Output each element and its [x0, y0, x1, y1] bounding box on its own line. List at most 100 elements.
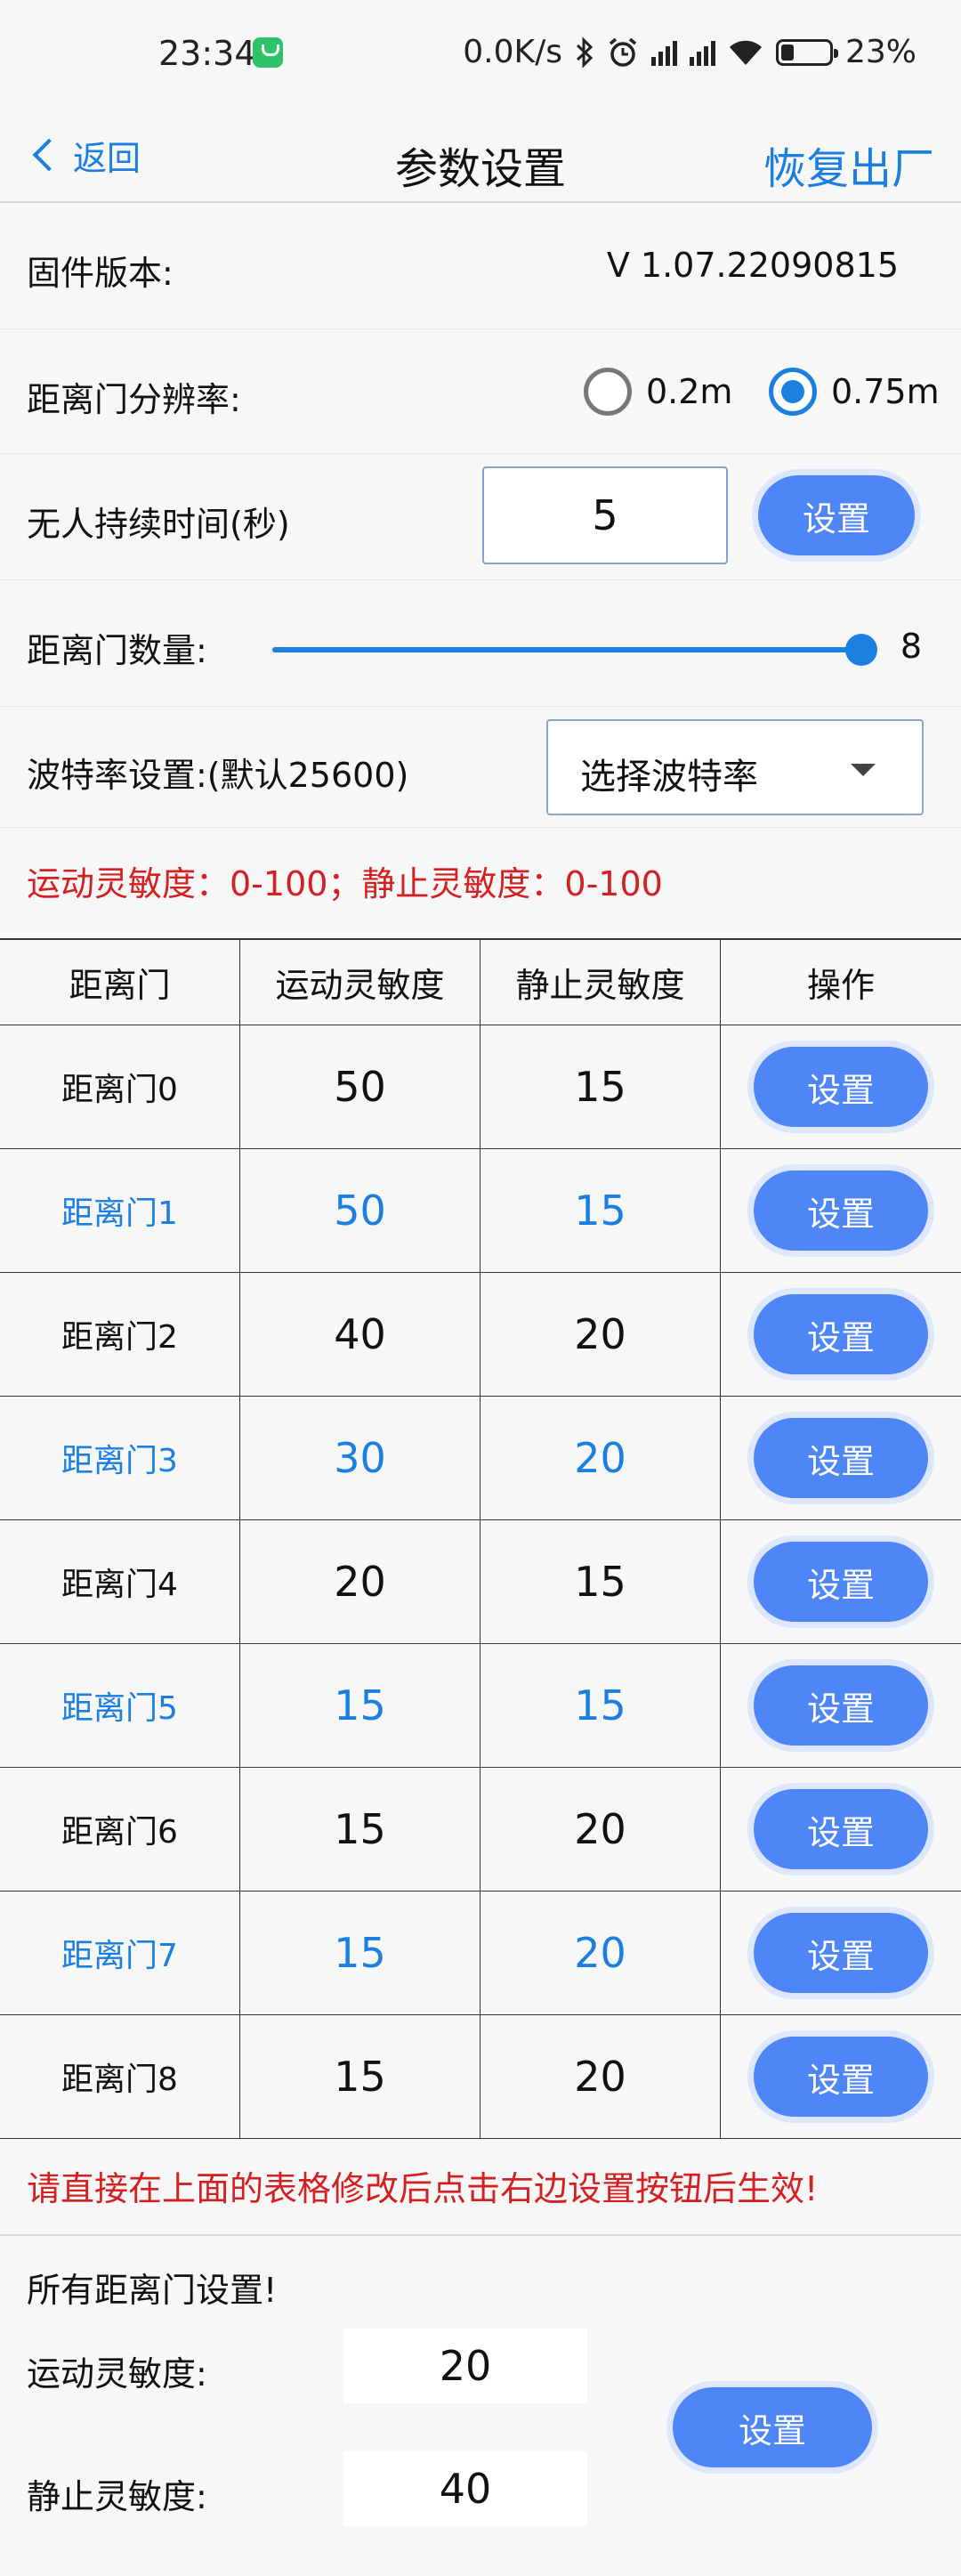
gate-set-button[interactable]: 设置 [754, 2037, 928, 2117]
caret-down-icon [851, 764, 876, 776]
gate-set-button[interactable]: 设置 [754, 1418, 928, 1498]
table-row: 距离门1 50 15 设置 [0, 1149, 961, 1273]
baud-rate-label: 波特率设置:(默认25600) [27, 756, 409, 795]
motion-sensitivity-cell[interactable]: 30 [240, 1397, 480, 1519]
header-action: 操作 [806, 966, 875, 1005]
header-static-sensitivity: 静止灵敏度 [480, 940, 721, 1025]
table-row: 距离门4 20 15 设置 [0, 1520, 961, 1644]
static-sensitivity-cell[interactable]: 20 [480, 2015, 721, 2138]
motion-sensitivity-cell[interactable]: 50 [240, 1149, 480, 1272]
motion-sensitivity-cell[interactable]: 15 [240, 1644, 480, 1767]
firmware-value: V 1.07.22090815 [606, 246, 899, 285]
status-icons: 0.0K/s 23% [463, 34, 917, 70]
baud-rate-select[interactable]: 选择波特率 [546, 719, 924, 815]
static-sensitivity-cell[interactable]: 15 [480, 1025, 721, 1148]
gate-count-row: 距离门数量: 8 [0, 580, 961, 707]
gate-set-button[interactable]: 设置 [754, 1789, 928, 1869]
hd-signal-icon [689, 39, 715, 66]
table-row: 距离门0 50 15 设置 [0, 1025, 961, 1149]
all-gates-title: 所有距离门设置! [27, 2271, 278, 2310]
chevron-left-icon [32, 138, 66, 172]
no-person-duration-input[interactable]: 5 [482, 466, 728, 564]
bluetooth-icon [576, 36, 594, 69]
gate-name: 距离门4 [0, 1520, 240, 1643]
resolution-label: 距离门分辨率: [27, 380, 241, 419]
baud-rate-placeholder: 选择波特率 [580, 757, 758, 798]
no-person-label: 无人持续时间(秒) [27, 505, 290, 544]
header-gate: 距离门 [0, 940, 240, 1025]
resolution-row: 距离门分辨率: 0.2m 0.75m [0, 329, 961, 454]
table-row: 距离门6 15 20 设置 [0, 1768, 961, 1891]
motion-sensitivity-cell[interactable]: 15 [240, 1891, 480, 2014]
all-motion-sensitivity-input[interactable]: 20 [343, 2329, 587, 2403]
static-sensitivity-cell[interactable]: 15 [480, 1149, 721, 1272]
gate-name: 距离门0 [0, 1025, 240, 1148]
app-notification-icon [253, 37, 283, 68]
static-sensitivity-cell[interactable]: 15 [480, 1644, 721, 1767]
radio-resolution-0-2m[interactable]: 0.2m [584, 365, 732, 418]
gate-name: 距离门5 [0, 1644, 240, 1767]
back-label: 返回 [73, 138, 141, 178]
gate-count-slider-handle[interactable] [845, 634, 877, 666]
all-gates-set-button[interactable]: 设置 [673, 2387, 872, 2467]
wifi-icon [729, 40, 762, 65]
gate-count-slider-track[interactable] [272, 647, 863, 652]
gate-name: 距离门3 [0, 1397, 240, 1519]
motion-sensitivity-cell[interactable]: 50 [240, 1025, 480, 1148]
gate-name: 距离门2 [0, 1273, 240, 1396]
status-bar: 23:34 0.0K/s 23% [0, 0, 961, 107]
back-button[interactable]: 返回 [28, 117, 141, 192]
static-sensitivity-cell[interactable]: 20 [480, 1768, 721, 1891]
gate-set-button[interactable]: 设置 [754, 1047, 928, 1127]
gate-set-button[interactable]: 设置 [754, 1913, 928, 1993]
motion-sensitivity-cell[interactable]: 15 [240, 2015, 480, 2138]
sensitivity-range-note: 运动灵敏度：0-100；静止灵敏度：0-100 [27, 864, 663, 903]
motion-sensitivity-cell[interactable]: 15 [240, 1768, 480, 1891]
no-person-duration-row: 无人持续时间(秒) 5 设置 [0, 454, 961, 580]
battery-icon [775, 38, 838, 66]
gate-set-button[interactable]: 设置 [754, 1294, 928, 1374]
all-motion-label: 运动灵敏度: [27, 2354, 207, 2394]
firmware-row: 固件版本: V 1.07.22090815 [0, 205, 961, 329]
no-person-set-button[interactable]: 设置 [758, 475, 915, 555]
gate-set-button[interactable]: 设置 [754, 1171, 928, 1251]
table-instruction-note: 请直接在上面的表格修改后点击右边设置按钮后生效! [27, 2169, 819, 2208]
factory-reset-button[interactable]: 恢复出厂 [763, 134, 934, 196]
firmware-label: 固件版本: [27, 254, 174, 293]
table-row: 距离门7 15 20 设置 [0, 1891, 961, 2015]
table-row: 距离门2 40 20 设置 [0, 1273, 961, 1397]
net-speed: 0.0K/s [463, 34, 562, 70]
alarm-icon [609, 37, 637, 67]
gate-set-button[interactable]: 设置 [754, 1665, 928, 1746]
hd-signal-icon [650, 39, 677, 66]
header-motion-sensitivity: 运动灵敏度 [240, 940, 480, 1025]
table-row: 距离门3 30 20 设置 [0, 1397, 961, 1520]
table-header: 距离门 运动灵敏度 静止灵敏度 操作 [0, 940, 961, 1025]
battery-percent: 23% [844, 34, 917, 70]
static-sensitivity-cell[interactable]: 20 [480, 1397, 721, 1519]
gate-set-button[interactable]: 设置 [754, 1542, 928, 1622]
table-row: 距离门5 15 15 设置 [0, 1644, 961, 1768]
motion-sensitivity-cell[interactable]: 20 [240, 1520, 480, 1643]
gate-name: 距离门8 [0, 2015, 240, 2138]
gate-sensitivity-table: 距离门 运动灵敏度 静止灵敏度 操作 距离门0 50 15 设置 距离门1 50… [0, 938, 961, 2139]
static-sensitivity-cell[interactable]: 20 [480, 1891, 721, 2014]
radio-label: 0.2m [646, 372, 733, 411]
motion-sensitivity-cell[interactable]: 40 [240, 1273, 480, 1396]
radio-label: 0.75m [831, 372, 940, 411]
all-static-sensitivity-input[interactable]: 40 [343, 2451, 587, 2526]
radio-resolution-0-75m[interactable]: 0.75m [769, 365, 940, 418]
gate-count-value: 8 [900, 627, 922, 666]
status-time: 23:34 [158, 34, 256, 73]
table-row: 距离门8 15 20 设置 [0, 2015, 961, 2139]
static-sensitivity-cell[interactable]: 15 [480, 1520, 721, 1643]
radio-checked-icon [769, 368, 817, 416]
gate-name: 距离门1 [0, 1149, 240, 1272]
gate-name: 距离门7 [0, 1891, 240, 2014]
gate-count-label: 距离门数量: [27, 631, 207, 670]
radio-unchecked-icon [584, 368, 632, 416]
divider [0, 2234, 961, 2236]
baud-rate-row: 波特率设置:(默认25600) 选择波特率 [0, 707, 961, 828]
static-sensitivity-cell[interactable]: 20 [480, 1273, 721, 1396]
all-static-label: 静止灵敏度: [27, 2477, 207, 2516]
